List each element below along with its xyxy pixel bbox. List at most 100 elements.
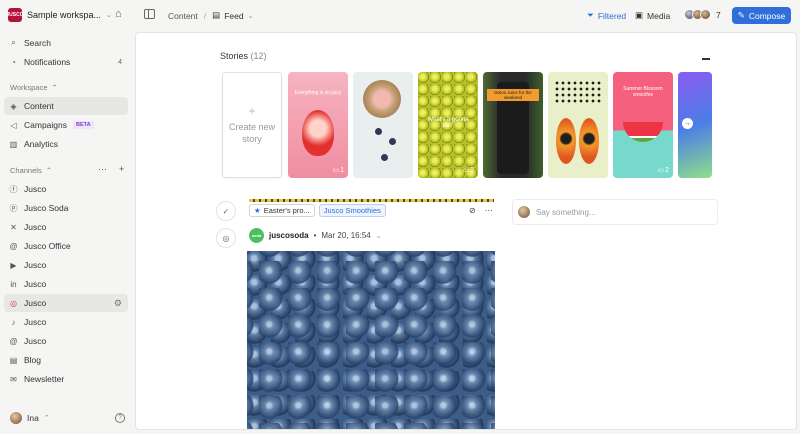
x-icon: ✕ xyxy=(10,222,17,232)
account-name[interactable]: juscosoda xyxy=(269,231,309,240)
channels-section-toggle[interactable]: Channels ⌃ xyxy=(10,166,52,175)
sidebar-item-label: Analytics xyxy=(24,139,59,149)
beta-badge: BETA xyxy=(73,121,94,129)
sidebar-channel-tiktok[interactable]: ♪ Jusco xyxy=(4,313,128,331)
chevron-up-icon: ⌃ xyxy=(45,166,52,175)
account-avatar: soda xyxy=(249,228,264,243)
media-button[interactable]: ▣ Media xyxy=(635,10,670,21)
story-caption: Detox Juice for the weekend xyxy=(487,89,539,101)
eye-off-icon[interactable]: ⊘ xyxy=(469,206,476,215)
megaphone-icon: ◁ xyxy=(10,120,17,130)
stories-count: (12) xyxy=(250,51,267,61)
channel-label: Blog xyxy=(24,355,42,365)
channel-label: Jusco xyxy=(24,222,47,232)
filter-label: Filtered xyxy=(597,10,627,21)
collaborators[interactable]: 7 xyxy=(684,9,721,20)
sidebar-channel-blog[interactable]: ▤ Blog xyxy=(4,351,128,369)
threads-icon: @ xyxy=(9,336,18,346)
sidebar-item-content[interactable]: ◈ Content xyxy=(4,97,128,115)
sidebar-item-search[interactable]: ⌕ Search xyxy=(4,34,128,52)
channels-actions: ⋯ + xyxy=(98,164,124,175)
story-caption: Everything is so juicy xyxy=(294,90,342,96)
story-comments: ▭ 2 xyxy=(462,166,474,175)
pinterest-icon: ⓟ xyxy=(9,203,18,213)
campaign-tag[interactable]: ★ Easter's pro... xyxy=(249,204,315,217)
avatar xyxy=(518,206,530,218)
topbar: ⌂ Content / ▤ Feed ⌄ ⏷ Filtered ▣ Media … xyxy=(115,0,800,32)
help-icon[interactable]: ? xyxy=(115,413,125,423)
strawberry-image xyxy=(302,110,334,156)
breadcrumb-separator: / xyxy=(203,10,207,21)
instagram-icon[interactable]: ◎ xyxy=(216,228,236,248)
create-story-button[interactable]: + Create new story xyxy=(222,72,282,178)
more-icon[interactable]: ⋯ xyxy=(485,206,493,215)
sidebar-channel-facebook[interactable]: ⓕ Jusco xyxy=(4,180,128,198)
story-tile[interactable]: Everything is so juicy ▭ 1 xyxy=(288,72,348,178)
mail-icon: ✉ xyxy=(10,374,17,384)
story-tile[interactable] xyxy=(548,72,608,178)
sidebar-channel-x[interactable]: ✕ Jusco xyxy=(4,218,128,236)
berry-dot xyxy=(375,128,382,135)
add-channel-icon[interactable]: + xyxy=(119,164,124,175)
story-tile[interactable]: What's it gonna be? ▭ 2 xyxy=(418,72,478,178)
media-label: Media xyxy=(647,10,671,21)
feed-dropdown[interactable]: ▤ Feed ⌄ xyxy=(212,10,253,21)
bell-icon: ◔ xyxy=(11,57,16,67)
stories-title: Stories xyxy=(220,51,249,61)
story-tile[interactable]: Summer Blossom smoothie ▭ 2 xyxy=(613,72,673,178)
sidebar-channel-youtube[interactable]: ▶ Jusco xyxy=(4,256,128,274)
workspace-section-toggle[interactable]: Workspace ⌃ xyxy=(10,83,58,92)
post-date[interactable]: Mar 20, 16:54 xyxy=(321,231,370,240)
chevron-up-icon: ⌃ xyxy=(43,415,50,422)
sidebar-toggle-icon[interactable] xyxy=(144,9,155,19)
story-comments: ▭ 1 xyxy=(332,166,344,175)
user-menu[interactable]: Ina ⌃ xyxy=(10,412,50,424)
papaya-image xyxy=(556,118,576,164)
sidebar-channel-pinterest[interactable]: ⓟ Jusco Soda xyxy=(4,199,128,217)
channel-label: Jusco Office xyxy=(24,241,71,251)
breadcrumb-root[interactable]: Content xyxy=(168,11,198,21)
chevron-up-icon: ⌃ xyxy=(51,83,58,92)
collapse-icon[interactable] xyxy=(702,58,710,60)
gear-icon[interactable]: ⚙ xyxy=(114,298,122,309)
sidebar-item-notifications[interactable]: ◔ Notifications 4 xyxy=(4,53,128,71)
chevron-down-icon: ⌄ xyxy=(106,12,112,19)
story-tile[interactable]: → xyxy=(678,72,712,178)
sidebar-channel-linkedin[interactable]: in Jusco xyxy=(4,275,128,293)
filter-button[interactable]: ⏷ Filtered xyxy=(587,10,626,21)
post-image-texture xyxy=(247,251,495,429)
sidebar-item-campaigns[interactable]: ◁ Campaigns BETA xyxy=(4,116,128,134)
collaborators-count: 7 xyxy=(716,9,721,20)
check-icon[interactable]: ✓ xyxy=(216,201,236,221)
app: JUSCO Sample workspa... ⌄ ⌕ Search ◔ Not… xyxy=(0,0,800,434)
sidebar-channel-threads[interactable]: @ Jusco xyxy=(4,332,128,350)
sidebar-channel-instagram[interactable]: ◎ Jusco ⚙ xyxy=(4,294,128,312)
breadcrumb: Content / ▤ Feed ⌄ xyxy=(168,10,253,21)
papaya-image xyxy=(579,118,599,164)
chevron-down-icon[interactable]: ⌄ xyxy=(376,232,382,240)
comment-placeholder: Say something... xyxy=(536,207,596,217)
workspace-name: Sample workspa... xyxy=(27,10,102,20)
sidebar-item-analytics[interactable]: ▥ Analytics xyxy=(4,135,128,153)
label-tag[interactable]: Jusco Smoothies xyxy=(318,204,386,217)
breadcrumb-current: Feed xyxy=(224,10,244,21)
workspace-switcher[interactable]: JUSCO Sample workspa... ⌄ xyxy=(6,6,112,24)
bowl-image xyxy=(363,80,401,118)
stories-heading: Stories (12) xyxy=(220,51,267,61)
sidebar-item-label: Campaigns xyxy=(24,120,67,130)
arrow-right-icon[interactable]: → xyxy=(682,118,693,129)
workspace-logo: JUSCO xyxy=(6,8,24,22)
comment-input[interactable]: Say something... xyxy=(512,199,718,225)
compose-button[interactable]: ✎ Compose xyxy=(732,7,791,24)
story-tile[interactable] xyxy=(353,72,413,178)
sidebar-channel-newsletter[interactable]: ✉ Newsletter xyxy=(4,370,128,388)
sidebar-item-label: Notifications xyxy=(24,57,71,67)
more-icon[interactable]: ⋯ xyxy=(98,164,107,175)
home-icon[interactable]: ⌂ xyxy=(115,8,122,20)
sidebar-channel-office[interactable]: @ Jusco Office xyxy=(4,237,128,255)
story-tile[interactable]: Detox Juice for the weekend xyxy=(483,72,543,178)
search-icon: ⌕ xyxy=(11,38,16,47)
feed-icon: ▤ xyxy=(212,10,221,20)
story-comments: ▭ 2 xyxy=(657,166,669,175)
separator-dot: • xyxy=(313,231,317,240)
